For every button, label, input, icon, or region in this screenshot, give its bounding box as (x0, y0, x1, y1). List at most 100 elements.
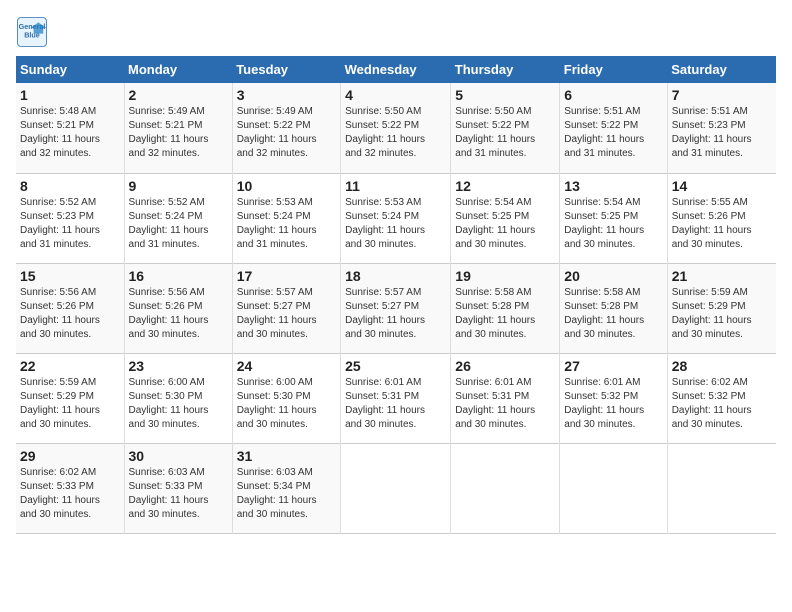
day-info: Sunrise: 5:57 AM Sunset: 5:27 PM Dayligh… (345, 286, 446, 342)
day-number: 23 (129, 358, 228, 374)
calendar-cell: 12 Sunrise: 5:54 AM Sunset: 5:25 PM Dayli… (451, 173, 560, 263)
calendar-week-4: 22 Sunrise: 5:59 AM Sunset: 5:29 PM Dayli… (16, 353, 776, 443)
calendar-body: 1 Sunrise: 5:48 AM Sunset: 5:21 PM Daylig… (16, 83, 776, 533)
calendar-cell: 30 Sunrise: 6:03 AM Sunset: 5:33 PM Dayli… (124, 443, 232, 533)
calendar-cell: 28 Sunrise: 6:02 AM Sunset: 5:32 PM Dayli… (667, 353, 776, 443)
day-number: 28 (672, 358, 772, 374)
day-number: 8 (20, 178, 120, 194)
calendar-cell: 4 Sunrise: 5:50 AM Sunset: 5:22 PM Daylig… (341, 83, 451, 173)
header-friday: Friday (560, 56, 667, 83)
day-info: Sunrise: 5:59 AM Sunset: 5:29 PM Dayligh… (672, 286, 772, 342)
calendar-week-5: 29Sunrise: 6:02 AM Sunset: 5:33 PM Dayli… (16, 443, 776, 533)
day-number: 16 (129, 268, 228, 284)
calendar-cell: 20 Sunrise: 5:58 AM Sunset: 5:28 PM Dayli… (560, 263, 667, 353)
calendar-cell: 29Sunrise: 6:02 AM Sunset: 5:33 PM Dayli… (16, 443, 124, 533)
day-info: Sunrise: 5:56 AM Sunset: 5:26 PM Dayligh… (20, 286, 120, 342)
day-number: 10 (237, 178, 336, 194)
calendar-cell: 17 Sunrise: 5:57 AM Sunset: 5:27 PM Dayli… (232, 263, 340, 353)
day-number: 3 (237, 87, 336, 103)
header-saturday: Saturday (667, 56, 776, 83)
day-number: 22 (20, 358, 120, 374)
day-info: Sunrise: 5:51 AM Sunset: 5:22 PM Dayligh… (564, 105, 662, 161)
day-number: 31 (237, 448, 336, 464)
calendar-header: Sunday Monday Tuesday Wednesday Thursday… (16, 56, 776, 83)
day-info: Sunrise: 6:01 AM Sunset: 5:32 PM Dayligh… (564, 376, 662, 432)
calendar-cell: 22 Sunrise: 5:59 AM Sunset: 5:29 PM Dayli… (16, 353, 124, 443)
day-number: 13 (564, 178, 662, 194)
day-info: Sunrise: 5:53 AM Sunset: 5:24 PM Dayligh… (237, 196, 336, 252)
calendar-cell: 13 Sunrise: 5:54 AM Sunset: 5:25 PM Dayli… (560, 173, 667, 263)
day-info: Sunrise: 5:49 AM Sunset: 5:22 PM Dayligh… (237, 105, 336, 161)
day-number: 21 (672, 268, 772, 284)
day-info: Sunrise: 5:54 AM Sunset: 5:25 PM Dayligh… (564, 196, 662, 252)
day-info: Sunrise: 5:59 AM Sunset: 5:29 PM Dayligh… (20, 376, 120, 432)
calendar-cell: 16 Sunrise: 5:56 AM Sunset: 5:26 PM Dayli… (124, 263, 232, 353)
calendar-cell (667, 443, 776, 533)
logo-icon: General Blue (16, 16, 48, 48)
day-info: Sunrise: 6:03 AM Sunset: 5:33 PM Dayligh… (129, 466, 228, 522)
calendar-week-1: 1 Sunrise: 5:48 AM Sunset: 5:21 PM Daylig… (16, 83, 776, 173)
day-number: 2 (129, 87, 228, 103)
calendar-cell: 8 Sunrise: 5:52 AM Sunset: 5:23 PM Daylig… (16, 173, 124, 263)
calendar-cell: 1 Sunrise: 5:48 AM Sunset: 5:21 PM Daylig… (16, 83, 124, 173)
calendar-cell: 6 Sunrise: 5:51 AM Sunset: 5:22 PM Daylig… (560, 83, 667, 173)
day-number: 6 (564, 87, 662, 103)
day-info: Sunrise: 5:54 AM Sunset: 5:25 PM Dayligh… (455, 196, 555, 252)
day-info: Sunrise: 5:50 AM Sunset: 5:22 PM Dayligh… (455, 105, 555, 161)
calendar-cell: 7Sunrise: 5:51 AM Sunset: 5:23 PM Daylig… (667, 83, 776, 173)
day-number: 26 (455, 358, 555, 374)
day-number: 12 (455, 178, 555, 194)
header-sunday: Sunday (16, 56, 124, 83)
day-number: 27 (564, 358, 662, 374)
day-number: 4 (345, 87, 446, 103)
calendar-cell: 2 Sunrise: 5:49 AM Sunset: 5:21 PM Daylig… (124, 83, 232, 173)
day-info: Sunrise: 5:50 AM Sunset: 5:22 PM Dayligh… (345, 105, 446, 161)
day-info: Sunrise: 5:49 AM Sunset: 5:21 PM Dayligh… (129, 105, 228, 161)
day-number: 1 (20, 87, 120, 103)
day-number: 14 (672, 178, 772, 194)
calendar-cell: 18 Sunrise: 5:57 AM Sunset: 5:27 PM Dayli… (341, 263, 451, 353)
day-info: Sunrise: 5:58 AM Sunset: 5:28 PM Dayligh… (455, 286, 555, 342)
day-number: 18 (345, 268, 446, 284)
day-info: Sunrise: 5:56 AM Sunset: 5:26 PM Dayligh… (129, 286, 228, 342)
day-info: Sunrise: 5:52 AM Sunset: 5:23 PM Dayligh… (20, 196, 120, 252)
calendar-cell: 26Sunrise: 6:01 AM Sunset: 5:31 PM Dayli… (451, 353, 560, 443)
header-monday: Monday (124, 56, 232, 83)
day-number: 30 (129, 448, 228, 464)
calendar-cell: 10 Sunrise: 5:53 AM Sunset: 5:24 PM Dayli… (232, 173, 340, 263)
day-info: Sunrise: 6:02 AM Sunset: 5:32 PM Dayligh… (672, 376, 772, 432)
header-wednesday: Wednesday (341, 56, 451, 83)
day-number: 20 (564, 268, 662, 284)
day-info: Sunrise: 5:53 AM Sunset: 5:24 PM Dayligh… (345, 196, 446, 252)
day-info: Sunrise: 6:02 AM Sunset: 5:33 PM Dayligh… (20, 466, 120, 522)
calendar-table: Sunday Monday Tuesday Wednesday Thursday… (16, 56, 776, 534)
day-number: 24 (237, 358, 336, 374)
calendar-cell (341, 443, 451, 533)
calendar-cell: 24 Sunrise: 6:00 AM Sunset: 5:30 PM Dayli… (232, 353, 340, 443)
calendar-week-3: 15 Sunrise: 5:56 AM Sunset: 5:26 PM Dayli… (16, 263, 776, 353)
day-info: Sunrise: 5:51 AM Sunset: 5:23 PM Dayligh… (672, 105, 772, 161)
calendar-cell: 25Sunrise: 6:01 AM Sunset: 5:31 PM Dayli… (341, 353, 451, 443)
page-header: General Blue (16, 16, 776, 48)
calendar-cell: 9Sunrise: 5:52 AM Sunset: 5:24 PM Daylig… (124, 173, 232, 263)
day-info: Sunrise: 6:03 AM Sunset: 5:34 PM Dayligh… (237, 466, 336, 522)
calendar-week-2: 8 Sunrise: 5:52 AM Sunset: 5:23 PM Daylig… (16, 173, 776, 263)
calendar-cell: 27 Sunrise: 6:01 AM Sunset: 5:32 PM Dayli… (560, 353, 667, 443)
day-info: Sunrise: 5:48 AM Sunset: 5:21 PM Dayligh… (20, 105, 120, 161)
day-info: Sunrise: 6:00 AM Sunset: 5:30 PM Dayligh… (237, 376, 336, 432)
day-number: 17 (237, 268, 336, 284)
calendar-cell: 23Sunrise: 6:00 AM Sunset: 5:30 PM Dayli… (124, 353, 232, 443)
calendar-cell: 21 Sunrise: 5:59 AM Sunset: 5:29 PM Dayli… (667, 263, 776, 353)
day-info: Sunrise: 5:58 AM Sunset: 5:28 PM Dayligh… (564, 286, 662, 342)
header-row: Sunday Monday Tuesday Wednesday Thursday… (16, 56, 776, 83)
day-info: Sunrise: 5:52 AM Sunset: 5:24 PM Dayligh… (129, 196, 228, 252)
day-number: 5 (455, 87, 555, 103)
calendar-cell: 31 Sunrise: 6:03 AM Sunset: 5:34 PM Dayli… (232, 443, 340, 533)
calendar-cell: 15 Sunrise: 5:56 AM Sunset: 5:26 PM Dayli… (16, 263, 124, 353)
calendar-cell (451, 443, 560, 533)
calendar-cell (560, 443, 667, 533)
day-number: 15 (20, 268, 120, 284)
day-number: 25 (345, 358, 446, 374)
day-info: Sunrise: 5:57 AM Sunset: 5:27 PM Dayligh… (237, 286, 336, 342)
header-thursday: Thursday (451, 56, 560, 83)
